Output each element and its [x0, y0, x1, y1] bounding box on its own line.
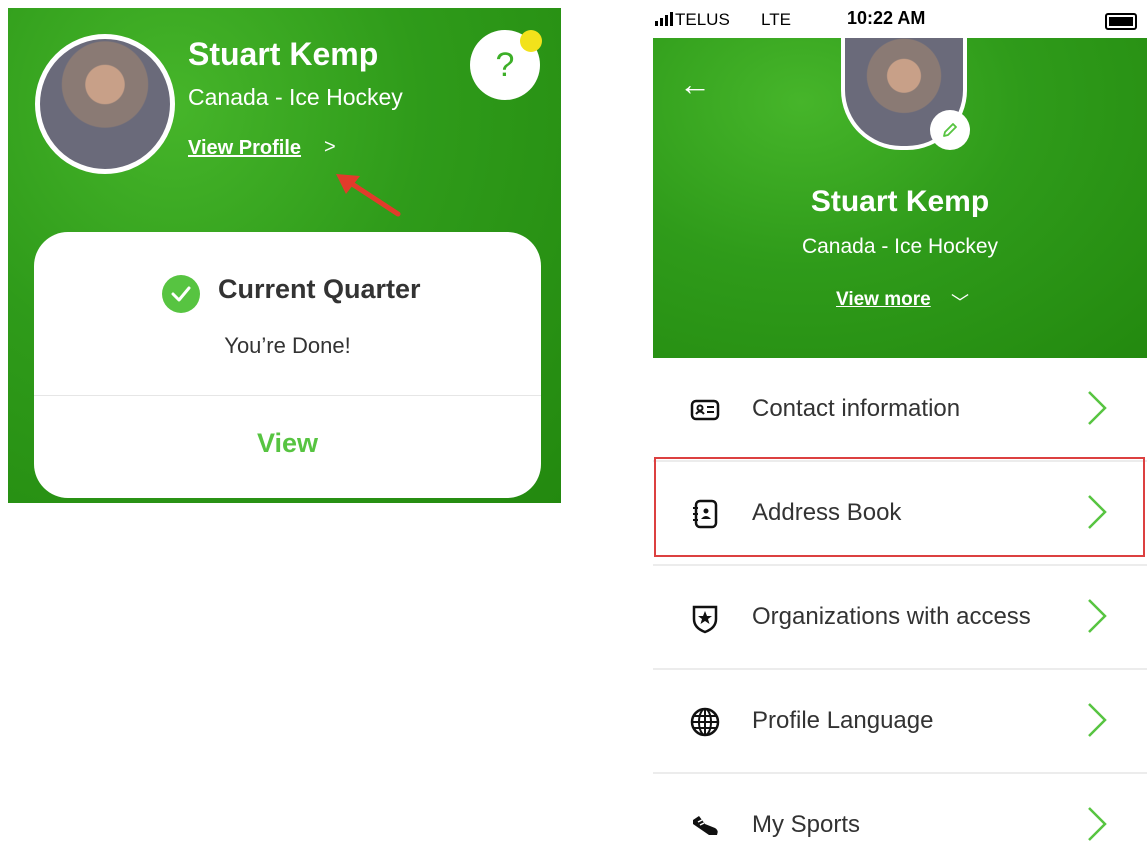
- edit-photo-button[interactable]: [930, 110, 970, 150]
- carrier-label: TELUS: [675, 10, 730, 29]
- menu-item-profile-language[interactable]: Profile Language: [653, 670, 1147, 774]
- chevron-down-icon: ﹀: [951, 293, 969, 313]
- id-card-icon: [690, 399, 720, 421]
- chevron-right-icon: >: [324, 136, 336, 158]
- notification-dot: [520, 30, 542, 52]
- view-profile-link[interactable]: View Profile: [188, 137, 301, 160]
- status-bar: TELUS LTE 10:22 AM: [653, 0, 1147, 38]
- quarter-card: Current Quarter You’re Done! View: [34, 232, 541, 498]
- clock: 10:22 AM: [847, 8, 926, 28]
- profile-header: ← Stuart Kemp Canada - Ice Hockey View m…: [653, 38, 1147, 358]
- annotation-arrow-icon: [336, 174, 401, 217]
- menu-item-my-sports[interactable]: My Sports: [653, 774, 1147, 859]
- menu-item-organizations-with-access[interactable]: Organizations with access: [653, 566, 1147, 670]
- view-more-link[interactable]: View more: [836, 289, 931, 311]
- user-name: Stuart Kemp: [810, 185, 990, 218]
- menu-item-contact-information[interactable]: Contact information: [653, 358, 1147, 462]
- check-circle-icon: [162, 275, 200, 313]
- card-title: Current Quarter: [218, 274, 421, 304]
- menu-item-label: My Sports: [752, 811, 861, 838]
- chevron-right-icon: [1088, 599, 1107, 633]
- avatar[interactable]: [35, 34, 175, 174]
- profile-summary-panel: Stuart Kemp Canada - Ice Hockey View Pro…: [8, 8, 561, 503]
- divider: [34, 395, 541, 396]
- globe-icon: [690, 707, 720, 737]
- network-label: LTE: [761, 10, 791, 29]
- user-name: Stuart Kemp: [188, 36, 379, 72]
- highlight-annotation: [654, 457, 1145, 557]
- menu-item-label: Organizations with access: [752, 603, 1031, 630]
- shield-star-icon: [692, 605, 718, 634]
- question-mark-icon: ?: [495, 46, 515, 84]
- pencil-icon: [943, 123, 957, 137]
- chevron-right-icon: [1088, 703, 1107, 737]
- back-arrow-icon[interactable]: ←: [679, 66, 711, 103]
- profile-detail-screen: TELUS LTE 10:22 AM ← Stuart Kemp Canada …: [653, 0, 1147, 859]
- sneaker-icon: [693, 816, 718, 835]
- chevron-right-icon: [1088, 807, 1107, 841]
- view-button[interactable]: View: [34, 428, 541, 459]
- user-sport: Canada - Ice Hockey: [188, 84, 403, 110]
- menu-item-label: Profile Language: [752, 707, 934, 734]
- battery-icon: [1105, 13, 1137, 30]
- menu-item-label: Contact information: [752, 395, 961, 422]
- chevron-right-icon: [1088, 391, 1107, 425]
- card-status: You’re Done!: [224, 333, 351, 358]
- user-sport: Canada - Ice Hockey: [801, 235, 999, 258]
- signal-icon: [655, 12, 673, 26]
